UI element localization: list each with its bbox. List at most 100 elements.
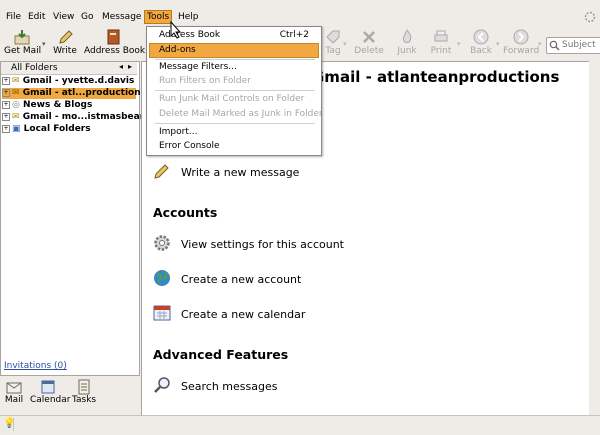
write-pencil-icon	[154, 164, 169, 179]
tag-dropdown-icon[interactable]: ▾	[343, 40, 347, 48]
folder-label: Gmail - mo...istmasbear	[22, 112, 145, 122]
address-book-button[interactable]: Address Book	[84, 27, 145, 61]
delete-x-icon	[363, 31, 375, 43]
tasks-icon	[78, 379, 90, 395]
menu-separator	[155, 90, 315, 91]
menu-item-run-filters[interactable]: Run Filters on Folder	[159, 76, 251, 86]
search-field[interactable]: Subject	[546, 37, 600, 54]
calendar-mode-button[interactable]: Calendar	[30, 379, 70, 405]
forward-label: Forward	[503, 46, 540, 56]
expand-icon[interactable]: +	[2, 76, 10, 85]
menu-item-run-junk-controls[interactable]: Run Junk Mail Controls on Folder	[159, 94, 304, 104]
mail-account-icon: ✉	[12, 76, 20, 86]
expand-icon[interactable]: +	[2, 112, 10, 121]
menu-item-message-filters[interactable]: Message Filters...	[159, 62, 237, 72]
menu-item-import[interactable]: Import...	[159, 127, 197, 137]
tasks-mode-label: Tasks	[72, 395, 97, 405]
tag-label: Tag	[325, 46, 341, 56]
expand-icon[interactable]: +	[2, 100, 10, 109]
globe-icon	[154, 270, 170, 286]
folder-view-next-icon[interactable]: ▸	[128, 62, 132, 71]
mouse-cursor-icon	[170, 21, 182, 39]
folder-news-blogs[interactable]: + ◎ News & Blogs	[2, 100, 92, 111]
pencil-icon	[59, 30, 73, 44]
view-settings-link[interactable]: View settings for this account	[181, 238, 344, 251]
address-book-shortcut: Ctrl+2	[279, 30, 309, 40]
menu-item-address-book[interactable]: Address Book	[159, 30, 220, 40]
gear-icon	[154, 235, 170, 251]
mode-switcher: Mail Calendar Tasks	[0, 375, 140, 415]
tag-button[interactable]: Tag	[322, 27, 344, 61]
create-account-link[interactable]: Create a new account	[181, 273, 301, 286]
folder-pane-header: All Folders ◂ ▸	[1, 62, 137, 75]
calendar-icon	[153, 305, 171, 321]
invitations-link[interactable]: Invitations (0)	[4, 361, 67, 371]
menu-item-add-ons[interactable]: Add-ons	[159, 45, 196, 55]
delete-button[interactable]: Delete	[352, 27, 386, 61]
write-label: Write	[53, 46, 77, 56]
menu-go[interactable]: Go	[81, 12, 93, 22]
junk-flame-icon	[402, 29, 412, 43]
status-divider	[13, 418, 14, 431]
menu-separator	[155, 123, 315, 124]
mail-mode-button[interactable]: Mail	[4, 379, 24, 405]
mail-account-icon: ✉	[12, 112, 20, 122]
get-mail-button[interactable]: Get Mail	[4, 27, 42, 61]
folder-account-yvette[interactable]: + ✉ Gmail - yvette.d.davis	[2, 76, 134, 87]
folder-account-christmasbear[interactable]: + ✉ Gmail - mo...istmasbear	[2, 112, 144, 123]
folder-label: Local Folders	[23, 124, 91, 134]
tasks-mode-button[interactable]: Tasks	[72, 379, 96, 405]
search-placeholder: Subject	[562, 40, 596, 50]
content-scrollbar[interactable]	[589, 61, 599, 415]
expand-icon[interactable]: +	[2, 124, 10, 133]
menu-item-error-console[interactable]: Error Console	[159, 141, 220, 151]
junk-button[interactable]: Junk	[394, 27, 420, 61]
forward-button[interactable]: Forward	[503, 27, 539, 61]
print-label: Print	[430, 46, 452, 56]
mail-envelope-icon	[6, 382, 22, 394]
mail-account-icon: ✉	[12, 88, 20, 98]
rss-feed-icon: ◎	[12, 100, 20, 110]
create-calendar-link[interactable]: Create a new calendar	[181, 308, 305, 321]
write-button[interactable]: Write	[52, 27, 78, 61]
menu-tools[interactable]: Tools	[144, 10, 173, 24]
junk-label: Junk	[397, 46, 417, 56]
tools-menu: Address Book Ctrl+2 Add-ons Message Filt…	[146, 26, 323, 156]
print-button[interactable]: Print	[428, 27, 454, 61]
menu-message[interactable]: Message	[102, 12, 141, 22]
menu-item-delete-junk[interactable]: Delete Mail Marked as Junk in Folder	[159, 109, 323, 119]
get-mail-dropdown-icon[interactable]: ▾	[42, 40, 46, 48]
folder-label: Gmail - yvette.d.davis	[22, 76, 135, 86]
calendar-mode-label: Calendar	[30, 395, 71, 405]
tag-icon	[326, 30, 340, 44]
accounts-heading: Accounts	[153, 205, 218, 220]
back-label: Back	[470, 46, 492, 56]
folder-label: News & Blogs	[23, 100, 93, 110]
back-button[interactable]: Back	[468, 27, 494, 61]
forward-dropdown-icon[interactable]: ▾	[538, 40, 542, 48]
menu-view[interactable]: View	[53, 12, 74, 22]
status-bar: 💡	[0, 415, 600, 435]
back-arrow-icon	[473, 29, 489, 45]
back-dropdown-icon[interactable]: ▾	[496, 40, 500, 48]
print-dropdown-icon[interactable]: ▾	[457, 40, 461, 48]
expand-icon[interactable]: +	[2, 88, 10, 97]
write-new-message-link[interactable]: Write a new message	[181, 166, 299, 179]
folder-account-atlantean[interactable]: + ✉ Gmail - atl...productions	[2, 88, 146, 99]
folder-view-prev-icon[interactable]: ◂	[119, 62, 123, 71]
menu-edit[interactable]: Edit	[28, 12, 45, 22]
printer-icon	[434, 30, 448, 42]
forward-arrow-icon	[513, 29, 529, 45]
folder-label: Gmail - atl...productions	[22, 88, 146, 98]
folder-local-folders[interactable]: + ▣ Local Folders	[2, 124, 91, 135]
menu-file[interactable]: File	[6, 12, 21, 22]
mail-mode-label: Mail	[4, 395, 24, 405]
search-icon	[549, 40, 560, 51]
get-mail-label: Get Mail	[4, 46, 42, 56]
delete-label: Delete	[354, 46, 384, 56]
magnifier-icon	[154, 377, 170, 393]
search-messages-link[interactable]: Search messages	[181, 380, 277, 393]
account-title: Gmail - atlanteanproductions	[312, 68, 560, 86]
advanced-features-heading: Advanced Features	[153, 347, 289, 362]
get-mail-icon	[14, 30, 30, 45]
